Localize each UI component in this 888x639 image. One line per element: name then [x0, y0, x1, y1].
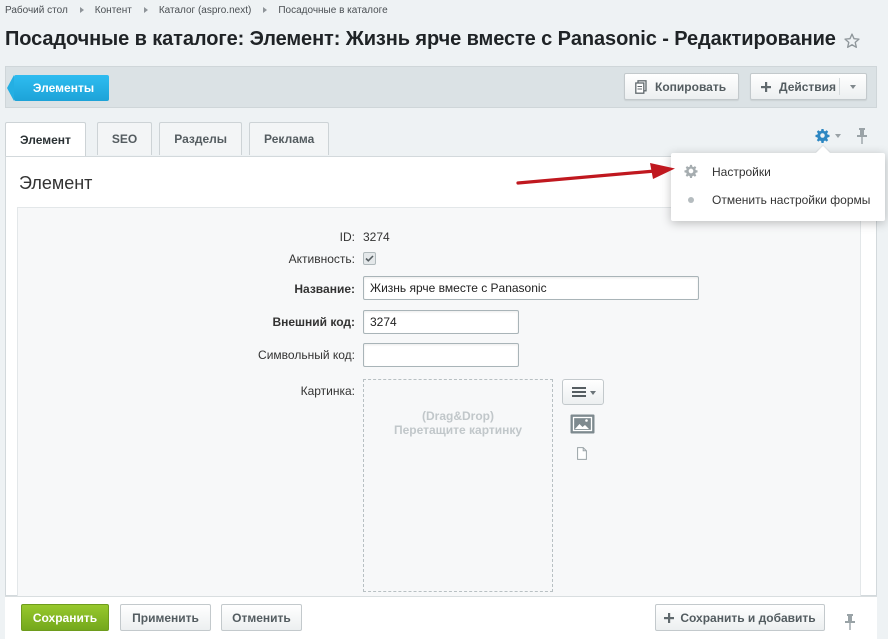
- annotation-arrow-icon: [516, 163, 675, 185]
- active-label: Активность:: [288, 252, 355, 266]
- hamburger-icon: [572, 387, 586, 397]
- breadcrumb-item-content[interactable]: Контент: [95, 5, 132, 16]
- form-area: ID: 3274 Активность: Название: Жизнь ярч…: [17, 207, 861, 597]
- name-label: Название:: [294, 282, 355, 296]
- tab-element[interactable]: Элемент: [5, 122, 86, 157]
- active-checkbox[interactable]: [363, 252, 376, 265]
- xml-id-label: Внешний код:: [272, 315, 355, 329]
- save-and-add-label: Сохранить и добавить: [680, 610, 816, 625]
- tab-advertising[interactable]: Реклама: [249, 122, 330, 155]
- plus-icon: [664, 612, 675, 623]
- code-input[interactable]: [363, 343, 519, 367]
- code-label: Символьный код:: [258, 348, 355, 362]
- id-value: 3274: [363, 230, 390, 244]
- plus-icon: [761, 81, 771, 92]
- breadcrumb-item-landing[interactable]: Посадочные в каталоге: [278, 5, 387, 16]
- chevron-down-icon: [850, 85, 856, 89]
- breadcrumb-separator-icon: [79, 7, 84, 13]
- tab-seo[interactable]: SEO: [96, 122, 153, 155]
- chevron-down-icon[interactable]: [835, 134, 841, 138]
- menu-item-reset-form-label: Отменить настройки формы: [712, 193, 871, 207]
- main-panel: Элемент ID: 3274 Активность: Название: Ж…: [5, 156, 877, 597]
- elements-back-button[interactable]: Элементы: [7, 75, 109, 101]
- picture-label: Картинка:: [300, 384, 355, 398]
- tab-sections[interactable]: Разделы: [159, 122, 243, 155]
- xml-id-input[interactable]: 3274: [363, 310, 519, 334]
- breadcrumb: Рабочий стол Контент Каталог (aspro.next…: [5, 3, 388, 17]
- dropzone-line1: (Drag&Drop): [422, 409, 494, 423]
- save-and-add-button[interactable]: Сохранить и добавить: [655, 604, 825, 631]
- dot-icon: [684, 197, 694, 203]
- actions-button-label: Действия: [779, 79, 837, 94]
- cancel-button[interactable]: Отменить: [221, 604, 302, 631]
- breadcrumb-separator-icon: [143, 7, 148, 13]
- actions-button[interactable]: Действия: [750, 73, 867, 100]
- toolbar: Элементы Копировать Действия: [5, 66, 877, 108]
- copy-button-label: Копировать: [655, 79, 727, 94]
- breadcrumb-separator-icon: [263, 7, 268, 13]
- breadcrumb-item-catalog[interactable]: Каталог (aspro.next): [159, 5, 252, 16]
- picture-menu-button[interactable]: [562, 379, 604, 405]
- checkmark-icon: [365, 255, 374, 262]
- footer-bar: Сохранить Применить Отменить Сохранить и…: [5, 596, 877, 639]
- breadcrumb-item-desktop[interactable]: Рабочий стол: [5, 5, 68, 16]
- gear-icon: [684, 164, 698, 181]
- copy-button[interactable]: Копировать: [624, 73, 739, 100]
- copy-icon: [635, 79, 647, 94]
- id-label: ID:: [339, 230, 355, 244]
- star-icon[interactable]: [843, 32, 861, 50]
- section-title: Элемент: [19, 173, 93, 193]
- apply-button[interactable]: Применить: [120, 604, 211, 631]
- dropzone-line2: Перетащите картинку: [393, 423, 523, 437]
- menu-item-settings-label: Настройки: [712, 165, 771, 179]
- actions-divider: [839, 78, 840, 95]
- gear-icon[interactable]: [815, 128, 830, 143]
- file-icon[interactable]: [577, 447, 587, 460]
- tab-bar: Элемент SEO Разделы Реклама: [5, 122, 336, 157]
- pin-icon[interactable]: [856, 128, 868, 144]
- settings-popup-menu: Настройки Отменить настройки формы: [671, 153, 885, 221]
- image-icon[interactable]: [570, 414, 595, 434]
- picture-dropzone[interactable]: (Drag&Drop) Перетащите картинку: [363, 379, 553, 592]
- name-input[interactable]: Жизнь ярче вместе с Panasonic: [363, 276, 699, 300]
- menu-item-settings[interactable]: Настройки: [671, 162, 885, 182]
- menu-item-reset-form[interactable]: Отменить настройки формы: [671, 190, 885, 210]
- chevron-down-icon: [590, 391, 596, 395]
- pin-icon[interactable]: [844, 614, 856, 630]
- save-button[interactable]: Сохранить: [21, 604, 109, 631]
- page-title: Посадочные в каталоге: Элемент: Жизнь яр…: [5, 28, 836, 50]
